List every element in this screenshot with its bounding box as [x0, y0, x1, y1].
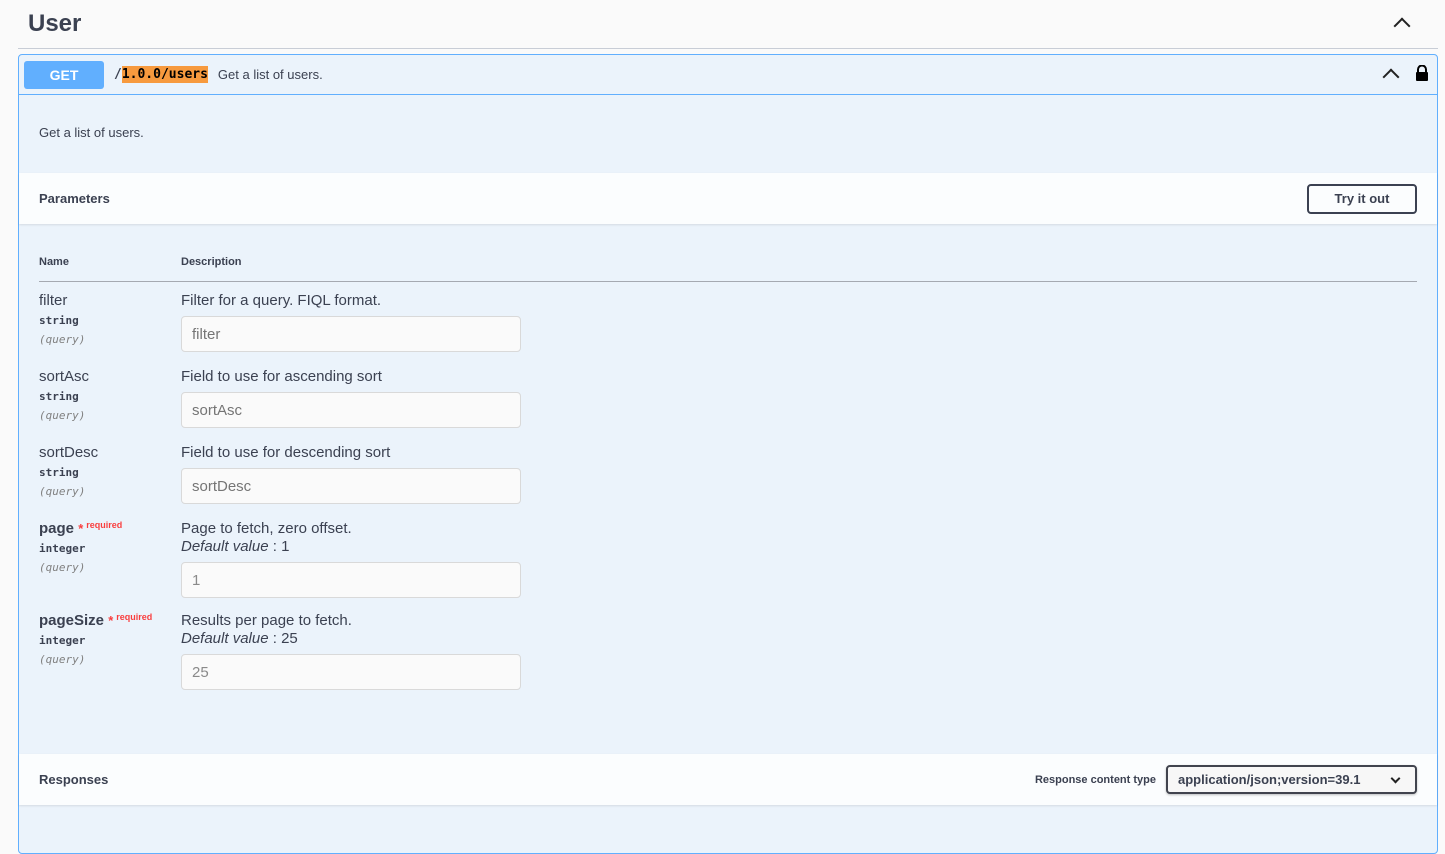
column-name: Name	[39, 256, 69, 268]
default-label: Default value	[181, 630, 269, 647]
filter-input[interactable]	[181, 316, 521, 352]
param-name: page * required	[39, 520, 122, 537]
required-label: required	[86, 520, 123, 530]
param-in: (query)	[39, 409, 86, 422]
parameters-title: Parameters	[39, 191, 110, 206]
parameters-header: Parameters Try it out	[19, 173, 1437, 224]
param-name: sortAsc	[39, 368, 90, 385]
content-type-value: application/json;version=39.1	[1178, 772, 1361, 787]
tag-header-user[interactable]: User	[18, 0, 1438, 49]
param-description: Filter for a query. FIQL format.	[181, 292, 382, 309]
responses-header: Responses Response content type applicat…	[19, 754, 1437, 805]
param-type: string	[39, 466, 79, 479]
lock-icon[interactable]	[1415, 65, 1429, 81]
operation-summary[interactable]: GET /1.0.0/users Get a list of users.	[19, 55, 1437, 95]
divider	[39, 281, 1417, 282]
param-description: Page to fetch, zero offset. Default value…	[181, 520, 352, 556]
default-label: Default value	[181, 538, 269, 555]
param-name-text: page	[39, 520, 75, 537]
operation-description: Get a list of users.	[39, 125, 144, 140]
param-name: filter	[39, 292, 68, 309]
param-description: Field to use for ascending sort	[181, 368, 382, 385]
response-content-type-select[interactable]: application/json;version=39.1	[1166, 765, 1417, 794]
method-badge: GET	[24, 60, 104, 89]
param-description-text: Page to fetch, zero offset.	[181, 520, 352, 537]
param-type: integer	[39, 634, 86, 647]
responses-title: Responses	[39, 772, 109, 787]
operation-path: /1.0.0/users	[114, 66, 208, 83]
sortdesc-input[interactable]	[181, 468, 521, 504]
required-label: required	[116, 612, 153, 622]
param-in: (query)	[39, 333, 86, 346]
path-highlight: 1.0.0/users	[121, 66, 208, 83]
param-in: (query)	[39, 653, 86, 666]
param-description-text: Results per page to fetch.	[181, 612, 352, 629]
param-type: integer	[39, 542, 86, 555]
tag-title: User	[28, 10, 82, 37]
content-type-label: Response content type	[1034, 773, 1156, 786]
pagesize-input[interactable]	[181, 654, 521, 690]
param-name: pageSize * required	[39, 612, 152, 629]
chevron-down-icon	[1390, 773, 1401, 784]
required-star: *	[78, 521, 84, 536]
default-value: : 1	[268, 538, 290, 555]
param-in: (query)	[39, 561, 86, 574]
chevron-up-icon[interactable]	[1393, 17, 1411, 35]
page-input[interactable]	[181, 562, 521, 598]
sortasc-input[interactable]	[181, 392, 521, 428]
required-star: *	[108, 613, 114, 628]
chevron-up-icon[interactable]	[1382, 68, 1400, 86]
param-type: string	[39, 314, 79, 327]
param-in: (query)	[39, 485, 86, 498]
param-name: sortDesc	[39, 444, 99, 461]
path-prefix: /	[114, 67, 122, 82]
operation-summary-text: Get a list of users.	[217, 67, 323, 82]
default-value: : 25	[268, 630, 298, 647]
param-type: string	[39, 390, 79, 403]
column-description: Description	[181, 256, 242, 268]
param-description: Results per page to fetch. Default value …	[181, 612, 352, 648]
operation-block: GET /1.0.0/users Get a list of users. Ge…	[18, 54, 1438, 854]
param-description: Field to use for descending sort	[181, 444, 391, 461]
param-name-text: pageSize	[39, 612, 105, 629]
try-it-out-button[interactable]: Try it out	[1307, 183, 1417, 214]
